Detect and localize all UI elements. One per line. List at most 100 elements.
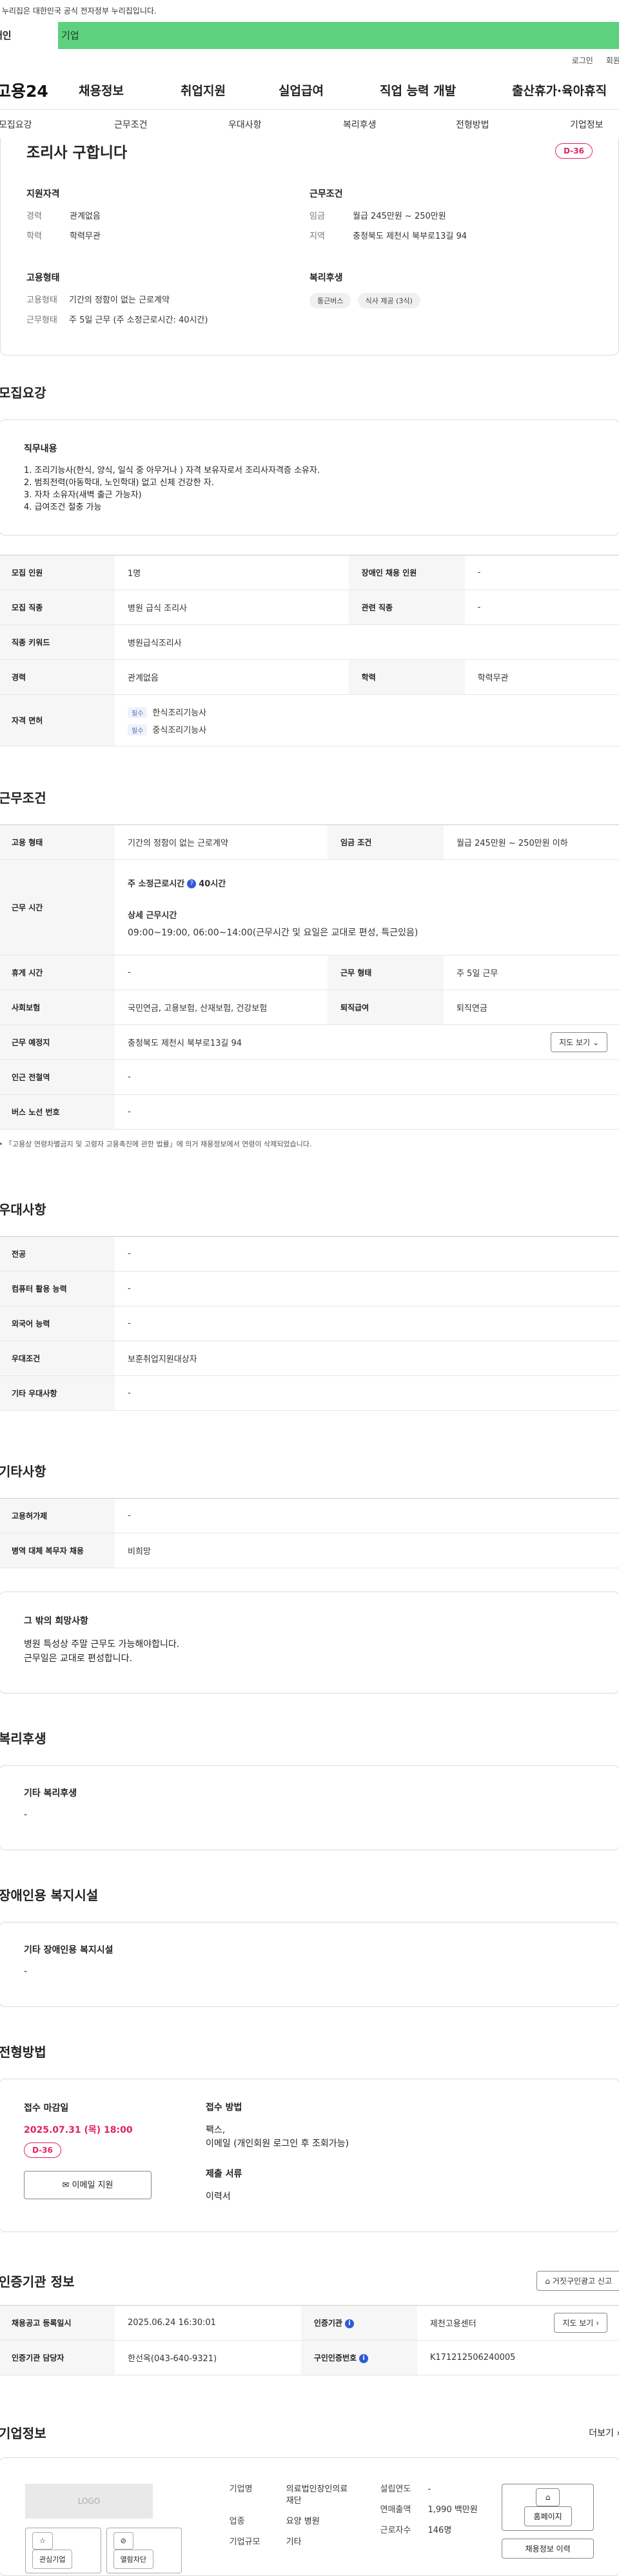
report-button[interactable]: ⌂ 거짓구인광고 신고 [536,2271,619,2291]
welfare-box-value: - [24,1810,28,1820]
site-logo[interactable]: 고용24 [0,79,79,102]
menu-vocational-training[interactable]: 직업 능력 개발 [380,81,512,99]
table-row: 기타 우대사항 - [0,1375,619,1411]
cell-label: 근무 시간 [0,859,115,955]
homepage-label: 홈페이지 [524,2506,572,2526]
map-button-label: 지도 보기 [559,1038,591,1047]
interest-button[interactable]: ☆ 관심기업 [25,2528,101,2573]
cell-label: 기타 우대사항 [0,1375,115,1411]
cell-label: 관련 직종 [348,590,465,625]
summary-header: 조리사 구합니다 D-36 [26,138,593,164]
disab-box: 기타 장애인용 복지시설 - [0,1922,619,2007]
cell-value: - [115,1375,619,1411]
anchor-work[interactable]: 근무조건 [114,118,228,131]
agency-map-button[interactable]: 지도 보기 › [554,2313,607,2333]
qual-heading: 지원자격 [26,189,60,199]
cell-value: 비희망 [115,1533,619,1568]
company-industry-value: 요양 병원 [286,2517,320,2526]
chevron-right-icon: › [596,2319,599,2328]
more-link[interactable]: 더보기 › [589,2426,619,2439]
license-item: 필수 한식조리기능사 [128,706,607,718]
table-row: 버스 노선 번호 - [0,1094,619,1130]
company-link-buttons: ⌂ 홈페이지 채용정보 이력 [502,2484,594,2559]
menu-employment-support[interactable]: 취업지원 [181,81,279,99]
hours-detail-value: 09:00~19:00, 06:00~14:00(근무시간 및 요일은 교대로 … [128,927,418,938]
chevron-right-icon: › [616,2428,619,2439]
method-column: 접수 방법 팩스, 이메일 (개인회원 로그인 후 조회가능) 제출 서류 이력… [206,2101,349,2210]
welfare-chip-meal: 식사 제공 (3식) [357,293,420,308]
main-menu: 채용정보 취업지원 실업급여 직업 능력 개발 출산휴가·육아휴직 [79,81,607,99]
info-icon[interactable]: i [344,2319,354,2328]
tab-individual[interactable]: 개인 [0,22,58,49]
company-name-value: 의료법인장인의료 재단 [286,2484,348,2507]
hours-cell: 주 소정근로시간? 40시간 상세 근무시간 09:00~19:00, 06:00… [115,859,619,955]
hope-line: 병원 특성상 주말 근무도 가능해야합니다. [24,1639,180,1650]
anchor-company[interactable]: 기업정보 [570,118,604,131]
cell-value: 1명 [115,555,349,590]
cell-label: 자격 면허 [0,694,115,746]
company-sales-label: 연매출액 [380,2505,411,2515]
cell-label: 사회보험 [0,990,115,1025]
anchor-apply[interactable]: 전형방법 [456,118,570,131]
tab-company[interactable]: 기업 [58,22,619,49]
global-nav: 고용24 채용정보 취업지원 실업급여 직업 능력 개발 출산휴가·육아휴직 [0,71,619,110]
job-history-button[interactable]: 채용정보 이력 [502,2539,594,2559]
cell-value: 주 5일 근무 [443,955,619,990]
cell-value: K171212506240005 [417,2340,619,2375]
hours-weekly-value: 40시간 [199,879,226,889]
chevron-down-icon: ⌄ [592,1038,599,1047]
help-icon[interactable]: ? [187,879,197,888]
anchor-welfare[interactable]: 복리후생 [343,118,456,131]
cell-value: 퇴직연금 [443,990,619,1025]
recruit-section-title: 모집요강 [0,385,46,401]
company-est-value: - [427,2484,431,2494]
age-note-text: 「고용상 연령차별금지 및 고령자 고용촉진에 관한 법률」에 의거 채용정보에… [5,1140,312,1148]
login-link[interactable]: 로그인 [572,55,593,66]
block-button[interactable]: ⊘ 열람차단 [106,2528,182,2573]
company-est-row: 설립연도 - [380,2484,486,2495]
cell-value: - [115,955,328,990]
emp-type-value: 기간의 정함이 없는 근로계약 [69,295,170,305]
cell-label: 근무 예정지 [0,1024,115,1060]
table-row: 채용공고 등록일시 2025.06.24 16:30:01 인증기관 i 제천고용… [0,2305,619,2341]
email-apply-button[interactable]: ✉ 이메일 지원 [24,2171,152,2199]
deadline-heading: 접수 마감일 [24,2103,69,2113]
homepage-button[interactable]: ⌂ 홈페이지 [502,2484,594,2531]
duty-line: 4. 급여조건 절충 가능 [24,503,102,512]
table-row: 직종 키워드 병원급식조리사 [0,624,619,660]
map-button[interactable]: 지도 보기 ⌄ [551,1032,607,1052]
menu-parental-leave[interactable]: 출산휴가·육아휴직 [512,81,607,99]
emp-form: 근무형태 주 5일 근무 (주 소정근로시간: 40시간) [26,313,310,325]
qual-edu-value: 학력무관 [70,232,101,241]
anchor-preference[interactable]: 우대사항 [228,118,343,131]
cell-value: 관계없음 [115,659,349,695]
menu-jobs[interactable]: 채용정보 [79,81,181,99]
cell-value: 학력무관 [464,659,619,695]
cond-wage-value: 월급 245만원 ~ 250만원 [353,212,446,221]
org-label: 인증기관 [313,2319,342,2328]
hope-line: 근무일은 교대로 편성합니다. [24,1653,132,1664]
duty-line: 3. 자차 소유자(새벽 출근 가능자) [24,490,142,500]
welfare-box: 기타 복리후생 - [0,1765,619,1850]
cond-wage-label: 임금 [310,212,325,221]
table-row: 고용 형태 기간의 정함이 없는 근로계약 임금 조건 월급 245만원 ~ 2… [0,824,619,860]
cell-value: - [115,1059,619,1095]
cell-value: 병원 급식 조리사 [115,590,349,625]
signup-link[interactable]: 회원가입 [606,55,619,66]
method-heading: 접수 방법 [206,2102,242,2113]
place-cell: 충청북도 제천시 북부로13길 94 지도 보기 ⌄ [115,1024,619,1060]
table-row: 컴퓨터 활용 능력 - [0,1271,619,1306]
cell-label: 근무 형태 [327,955,444,990]
disab-box-heading: 기타 장애인용 복지시설 [24,1945,113,1955]
other-section-title: 기타사항 [0,1464,46,1479]
cond-region: 지역 충청북도 제천시 북부로13길 94 [310,229,593,241]
bullet-icon: • [0,1140,5,1148]
table-row: 경력 관계없음 학력 학력무관 [0,659,619,695]
info-icon[interactable]: i [359,2353,369,2363]
table-row: 인증기관 담당자 한선옥(043-640-9321) 구인인증번호 i K1712… [0,2340,619,2375]
menu-unemployment-benefit[interactable]: 실업급여 [279,81,380,99]
docs-heading: 제출 서류 [206,2169,242,2179]
table-row: 근무 예정지 충청북도 제천시 북부로13길 94 지도 보기 ⌄ [0,1024,619,1060]
anchor-recruit[interactable]: 모집요강 [0,118,114,131]
company-info-col1: 기업명 의료법인장인의료 재단 업종 요양 병원 기업규모 기타 [230,2484,364,2550]
